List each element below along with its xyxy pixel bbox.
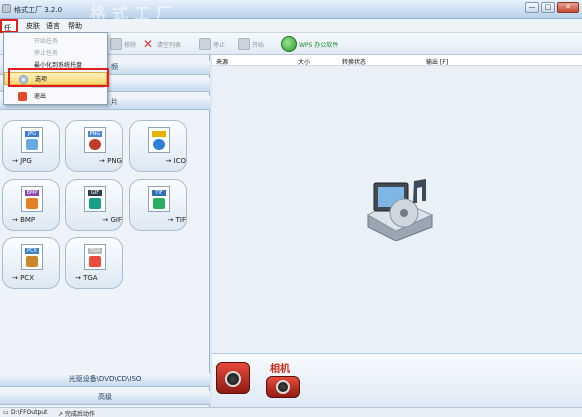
- menu-skin[interactable]: 皮肤: [26, 21, 40, 31]
- file-tag: PCX: [25, 248, 39, 254]
- menu-language[interactable]: 语言: [46, 21, 60, 31]
- start-button[interactable]: 开始: [238, 37, 264, 51]
- tga-file-icon: TGA: [84, 244, 106, 270]
- category-advanced[interactable]: 高级: [0, 391, 210, 405]
- bmp-file-icon: BMP: [21, 186, 43, 212]
- menu-help[interactable]: 帮助: [68, 21, 82, 31]
- close-button[interactable]: ✕: [557, 2, 579, 13]
- format-gif-button[interactable]: GIF → GIF: [65, 179, 123, 231]
- left-panel: 频 片 JPG → JPG PNG → PNG → ICO BMP → BMP …: [0, 55, 210, 407]
- minimize-button[interactable]: —: [525, 2, 539, 13]
- menu-minimize-to-tray[interactable]: 最小化到系统托盘: [4, 59, 107, 72]
- format-label: → JPG: [12, 157, 32, 165]
- complete-action[interactable]: ↗ 完成后动作: [58, 409, 95, 417]
- camera-icon[interactable]: [216, 362, 250, 394]
- options-gear-icon: [19, 75, 28, 84]
- file-tag: TGA: [88, 248, 102, 254]
- menu-exit[interactable]: 退出: [4, 90, 107, 103]
- col-source[interactable]: 来源: [216, 57, 228, 66]
- task-dropdown-menu: 开始任务 停止任务 最小化到系统托盘 选项 退出: [3, 32, 108, 105]
- format-label: → GIF: [102, 216, 122, 224]
- folder-icon[interactable]: ▭: [3, 409, 9, 416]
- format-factory-logo-icon: [366, 179, 434, 241]
- pcx-file-icon: PCX: [21, 244, 43, 270]
- file-tag: [152, 131, 166, 137]
- remove-button[interactable]: 移除: [110, 37, 136, 51]
- format-jpg-button[interactable]: JPG → JPG: [2, 120, 60, 172]
- col-output[interactable]: 输出 [F]: [426, 57, 448, 66]
- format-tif-button[interactable]: TIF → TIF: [129, 179, 187, 231]
- title-bar: 格式工厂 3.2.0 格式工厂 — □ ✕: [0, 0, 582, 23]
- wps-icon: [281, 36, 297, 52]
- format-pcx-button[interactable]: PCX → PCX: [2, 237, 60, 289]
- clear-list-icon: ✕: [143, 37, 154, 51]
- task-table-header: 来源 大小 转换状态 输出 [F]: [212, 55, 582, 66]
- stop-icon: [199, 38, 211, 50]
- maximize-button[interactable]: □: [541, 2, 555, 13]
- exit-icon: [18, 92, 27, 101]
- png-file-icon: PNG: [84, 127, 106, 153]
- gif-file-icon: GIF: [84, 186, 106, 212]
- promo-text[interactable]: 相机: [270, 360, 290, 375]
- clear-list-label: 清空列表: [157, 41, 182, 49]
- format-ico-button[interactable]: → ICO: [129, 120, 187, 172]
- start-label: 开始: [252, 41, 265, 49]
- remove-icon: [110, 38, 122, 50]
- file-tag: JPG: [25, 131, 39, 137]
- file-tag: GIF: [88, 190, 102, 196]
- menu-task[interactable]: 任务: [0, 19, 18, 42]
- window-title: 格式工厂 3.2.0: [14, 6, 63, 14]
- remove-label: 移除: [124, 41, 137, 49]
- format-tga-button[interactable]: TGA → TGA: [65, 237, 123, 289]
- start-icon: [238, 38, 250, 50]
- wps-button[interactable]: WPS 办公软件: [281, 36, 339, 52]
- menu-options[interactable]: 选项: [4, 72, 107, 85]
- promo-panel: 相机: [212, 353, 582, 407]
- output-path[interactable]: D:\FFOutput: [11, 409, 47, 416]
- format-label: → TIF: [167, 216, 186, 224]
- jpg-file-icon: JPG: [21, 127, 43, 153]
- file-tag: BMP: [25, 190, 39, 196]
- menu-bar: 任务 皮肤 语言 帮助: [0, 19, 582, 42]
- file-tag: PNG: [88, 131, 102, 137]
- format-bmp-button[interactable]: BMP → BMP: [2, 179, 60, 231]
- stop-button[interactable]: 停止: [199, 37, 225, 51]
- format-png-button[interactable]: PNG → PNG: [65, 120, 123, 172]
- col-status[interactable]: 转换状态: [342, 57, 366, 66]
- stop-label: 停止: [213, 41, 226, 49]
- task-list-panel[interactable]: 来源 大小 转换状态 输出 [F]: [212, 55, 582, 353]
- clear-list-button[interactable]: ✕ 清空列表: [143, 37, 181, 51]
- wps-label: WPS 办公软件: [299, 41, 339, 49]
- format-label: → TGA: [75, 274, 98, 282]
- col-size[interactable]: 大小: [298, 57, 310, 66]
- tif-file-icon: TIF: [148, 186, 170, 212]
- format-label: → PNG: [99, 157, 122, 165]
- format-label: → ICO: [165, 157, 186, 165]
- ico-file-icon: [148, 127, 170, 153]
- format-label: → PCX: [12, 274, 34, 282]
- format-label: → BMP: [12, 216, 36, 224]
- camera-icon[interactable]: [266, 376, 300, 398]
- category-rom-device[interactable]: 光驱设备\DVD\CD\ISO: [0, 373, 210, 387]
- file-tag: TIF: [152, 190, 166, 196]
- status-bar: ▭ D:\FFOutput ↗ 完成后动作: [0, 407, 582, 417]
- app-icon: [2, 4, 11, 13]
- menu-separator: [32, 87, 104, 88]
- title-decoration: 格式工厂: [90, 4, 179, 23]
